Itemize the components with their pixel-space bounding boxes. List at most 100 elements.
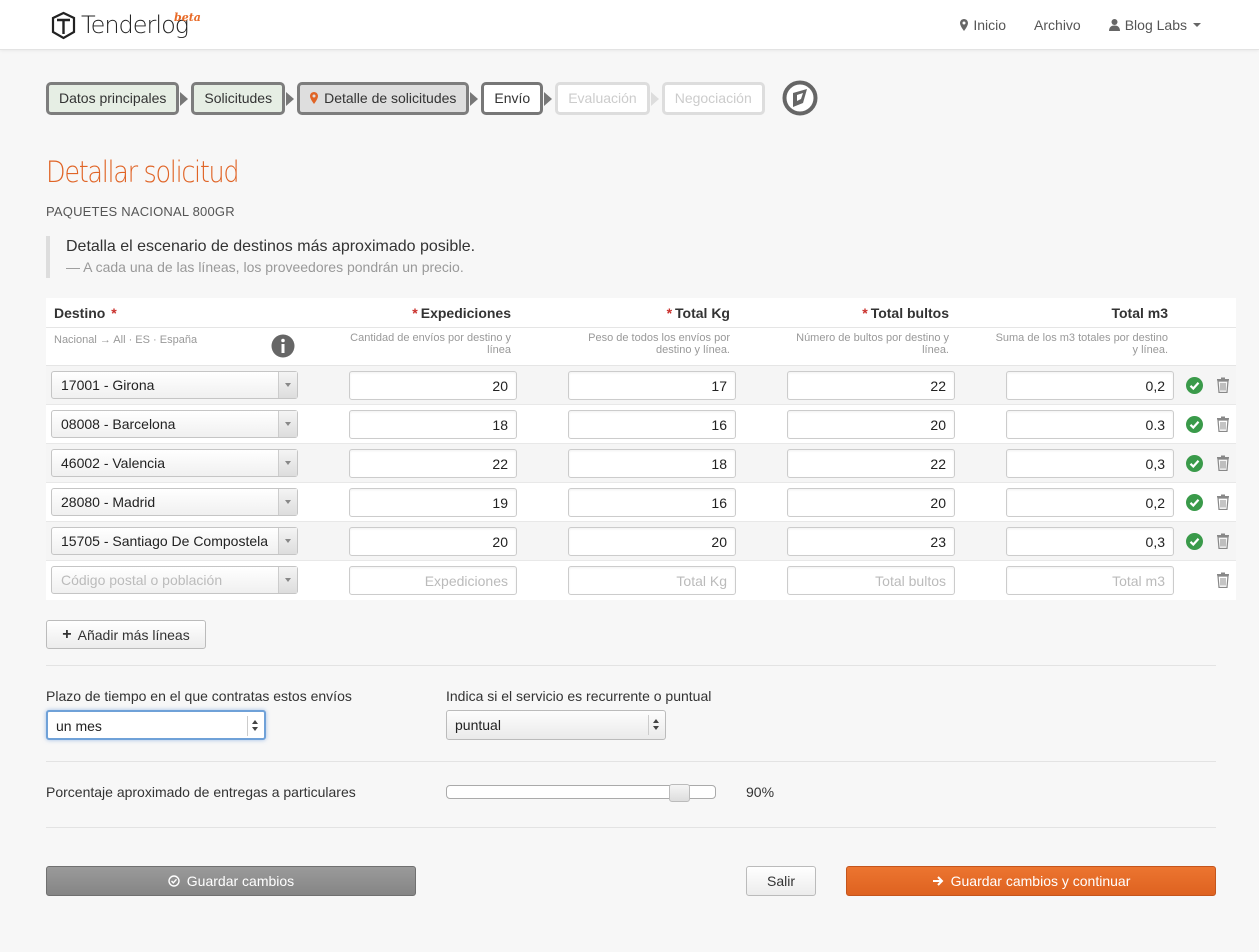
percentage-slider[interactable] [446,784,716,802]
nav-inicio[interactable]: Inicio [960,17,1006,33]
chevron-down-icon [278,450,297,476]
destination-select[interactable]: 46002 - Valencia [51,449,298,477]
user-icon [1108,19,1120,31]
destination-select[interactable]: Código postal o población [51,566,298,594]
destinations-table: Destino * * Expediciones * Total Kg * Total… [46,298,1236,600]
exit-button[interactable]: Salir [746,866,816,896]
slider-handle[interactable] [669,784,690,802]
step-detalle-solicitudes[interactable]: Detalle de solicitudes [297,81,479,115]
expediciones-input[interactable] [349,488,517,517]
updown-arrows-icon [247,716,261,736]
total-bultos-input[interactable] [787,371,955,400]
save-continue-label: Guardar cambios y continuar [950,873,1131,889]
destination-value: 46002 - Valencia [61,455,166,471]
check-circle-outline-icon [168,875,180,887]
required-mark: * [862,305,868,321]
wizard-steps: Datos principales Solicitudes Detalle de… [46,81,777,115]
check-circle-icon [1186,455,1203,472]
nav-archivo[interactable]: Archivo [1034,17,1081,33]
destination-select[interactable]: 08008 - Barcelona [51,410,298,438]
quote-sub-text: — A cada una de las líneas, los proveedo… [66,259,464,275]
nav-links: Inicio Archivo Blog Labs [932,0,1201,50]
total-bultos-input[interactable] [787,488,955,517]
expediciones-input[interactable] [349,371,517,400]
total-m3-input[interactable] [1006,527,1174,556]
page-subtitle: PAQUETES NACIONAL 800GR [46,204,235,219]
step-datos-principales[interactable]: Datos principales [46,81,189,115]
destination-value: 08008 - Barcelona [61,416,176,432]
step-label: Evaluación [568,90,637,106]
step-envio[interactable]: Envío [481,81,552,115]
table-row: 17001 - Girona [46,366,1236,405]
total-m3-input[interactable] [1006,371,1174,400]
trash-icon[interactable] [1216,455,1230,471]
total-m3-input[interactable] [1006,410,1174,439]
trash-icon[interactable] [1216,533,1230,549]
total-m3-input[interactable] [1006,566,1174,595]
expediciones-input[interactable] [349,566,517,595]
destination-value: 15705 - Santiago De Compostela [61,533,269,549]
save-continue-button[interactable]: Guardar cambios y continuar [846,866,1216,896]
info-icon[interactable] [271,334,295,358]
step-negociacion: Negociación [661,81,765,115]
check-circle-icon [1186,533,1203,550]
compass-icon[interactable] [782,80,818,116]
total-bultos-input[interactable] [787,566,955,595]
table-row-new: Código postal o población [46,561,1236,600]
recurrence-label: Indica si el servicio es recurrente o pu… [446,688,712,704]
header-label: Total m3 [1111,305,1168,321]
header-total-kg: * Total Kg [667,305,730,321]
total-kg-input[interactable] [568,449,736,478]
divider [46,761,1216,762]
destination-select[interactable]: 28080 - Madrid [51,488,298,516]
header-destino: Destino * [54,305,120,321]
nav-inicio-label: Inicio [973,17,1007,33]
total-kg-input[interactable] [568,488,736,517]
header-label: Total bultos [870,305,949,321]
total-bultos-input[interactable] [787,527,955,556]
trash-icon[interactable] [1216,416,1230,432]
plus-icon: + [62,625,72,643]
table-body: 17001 - Girona 08008 - Barcelona 46002 -… [46,366,1236,600]
expediciones-input[interactable] [349,449,517,478]
step-solicitudes[interactable]: Solicitudes [191,81,294,115]
recurrence-select[interactable]: puntual [446,710,666,740]
arrow-right-icon [932,876,944,886]
table-header: Destino * * Expediciones * Total Kg * Total… [46,298,1236,328]
divider [46,827,1216,828]
required-mark: * [412,305,418,321]
subheader-destino: Nacional → All · ES · España [54,334,198,346]
expediciones-input[interactable] [349,410,517,439]
trash-icon[interactable] [1216,494,1230,510]
trash-icon[interactable] [1216,377,1230,393]
save-button[interactable]: Guardar cambios [46,866,416,896]
add-lines-button[interactable]: + Añadir más líneas [46,620,206,649]
nav-user-menu[interactable]: Blog Labs [1108,17,1201,33]
header-label: Destino [54,305,106,321]
total-bultos-input[interactable] [787,410,955,439]
header-total-bultos: * Total bultos [862,305,949,321]
subheader-total-bultos: Número de bultos por destino y línea. [796,332,949,356]
period-select[interactable]: un mes [46,710,266,740]
tenderlog-logo-icon [51,11,76,39]
total-kg-input[interactable] [568,566,736,595]
destination-select[interactable]: 15705 - Santiago De Compostela [51,527,298,555]
total-kg-input[interactable] [568,371,736,400]
check-circle-icon [1186,416,1203,433]
trash-icon[interactable] [1216,572,1230,588]
total-m3-input[interactable] [1006,449,1174,478]
destination-value: 17001 - Girona [61,377,155,393]
page-title: Detallar solicitud [46,155,240,189]
total-bultos-input[interactable] [787,449,955,478]
required-mark: * [666,305,673,321]
total-m3-input[interactable] [1006,488,1174,517]
percentage-label: Porcentaje aproximado de entregas a part… [46,784,356,800]
brand-logo[interactable]: Tenderlog beta [50,9,201,41]
expediciones-input[interactable] [349,527,517,556]
beta-badge: beta [174,11,201,24]
table-row: 08008 - Barcelona [46,405,1236,444]
total-kg-input[interactable] [568,410,736,439]
destination-select[interactable]: 17001 - Girona [51,371,298,399]
save-label: Guardar cambios [186,873,295,889]
total-kg-input[interactable] [568,527,736,556]
